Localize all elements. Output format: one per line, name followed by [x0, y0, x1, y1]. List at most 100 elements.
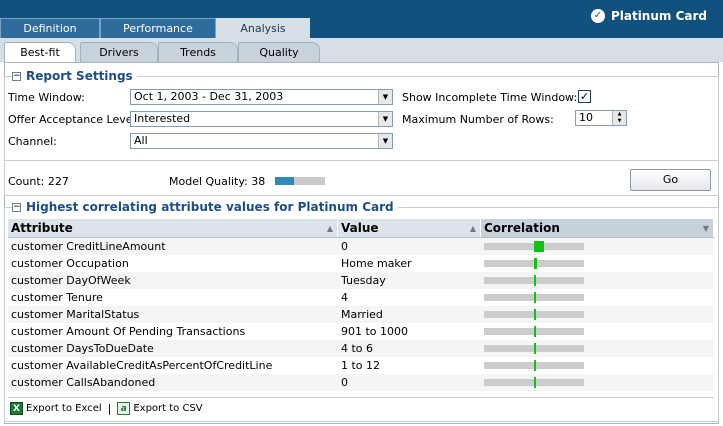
export-excel-label: Export to Excel	[26, 402, 102, 414]
time-window-select[interactable]: Oct 1, 2003 - Dec 31, 2003 ▼	[130, 89, 393, 105]
value-cell: Married	[341, 308, 383, 321]
export-csv-button[interactable]: a Export to CSV	[117, 401, 203, 415]
offer-acceptance-value: Interested	[134, 112, 191, 125]
export-csv-label: Export to CSV	[133, 402, 203, 414]
subtab-trends[interactable]: Trends	[158, 42, 238, 62]
table-row[interactable]: customer CallsAbandoned 0	[8, 374, 714, 391]
chevron-down-icon[interactable]: ▼	[613, 118, 626, 125]
value-cell: 4 to 6	[341, 342, 374, 355]
correlation-bar	[534, 360, 536, 371]
table-row[interactable]: customer Tenure 4	[8, 289, 714, 306]
correlation-bar-track	[484, 275, 584, 286]
subtab-quality-label: Quality	[259, 46, 299, 59]
column-header-correlation[interactable]: Correlation ▼	[481, 219, 714, 237]
sub-tab-bar: Best-fit Drivers Trends Quality	[0, 38, 723, 62]
value-cell: 4	[341, 291, 348, 304]
value-cell: Home maker	[341, 257, 412, 270]
table-row[interactable]: customer Occupation Home maker	[8, 255, 714, 272]
subtab-quality[interactable]: Quality	[238, 42, 320, 62]
results-title: Highest correlating attribute values for…	[26, 200, 394, 214]
correlation-cell	[481, 306, 714, 323]
results-header[interactable]: − Highest correlating attribute values f…	[12, 200, 398, 214]
correlation-bar	[534, 377, 536, 388]
stepper-buttons[interactable]: ▲ ▼	[612, 111, 626, 125]
column-header-label: Correlation	[484, 221, 560, 235]
column-header-label: Attribute	[11, 221, 73, 235]
subtab-drivers-label: Drivers	[99, 46, 139, 59]
correlation-cell	[481, 357, 714, 374]
model-quality-bar	[275, 177, 325, 185]
table-row[interactable]: customer MaritalStatus Married	[8, 306, 714, 323]
tab-definition-label: Definition	[23, 22, 77, 35]
offer-acceptance-select[interactable]: Interested ▼	[130, 111, 393, 127]
correlation-cell	[481, 323, 714, 340]
top-bar: Definition Performance Analysis ✓ Platin…	[0, 0, 723, 38]
settings-divider	[4, 160, 719, 161]
value-cell: 1 to 12	[341, 359, 381, 372]
column-header-value[interactable]: Value ▲	[338, 219, 481, 237]
chevron-down-icon[interactable]: ▼	[378, 134, 392, 148]
chevron-down-icon[interactable]: ▼	[378, 90, 392, 104]
subtab-drivers[interactable]: Drivers	[80, 42, 158, 62]
subtab-best-fit-label: Best-fit	[20, 46, 60, 59]
correlation-bar	[534, 292, 536, 303]
sort-icon[interactable]: ▲	[327, 219, 333, 238]
table-row[interactable]: customer AvailableCreditAsPercentOfCredi…	[8, 357, 714, 374]
table-row[interactable]: customer DayOfWeek Tuesday	[8, 272, 714, 289]
max-rows-label: Maximum Number of Rows:	[402, 113, 554, 126]
collapse-icon[interactable]: −	[12, 202, 21, 212]
attribute-cell: customer Amount Of Pending Transactions	[11, 325, 246, 338]
table-row[interactable]: customer DaysToDueDate 4 to 6	[8, 340, 714, 357]
correlation-bar-track	[484, 360, 584, 371]
collapse-icon[interactable]: −	[12, 71, 21, 81]
export-toolbar: X Export to Excel | a Export to CSV	[8, 397, 714, 418]
brand: ✓ Platinum Card	[590, 9, 707, 23]
table-body: customer CreditLineAmount 0 customer Occup…	[8, 238, 714, 391]
channel-select[interactable]: All ▼	[130, 133, 393, 149]
time-window-value: Oct 1, 2003 - Dec 31, 2003	[134, 90, 284, 103]
model-quality-text: Model Quality: 38	[169, 175, 266, 188]
channel-label: Channel:	[8, 135, 57, 148]
correlation-bar	[534, 326, 536, 337]
correlation-bar-track	[484, 377, 584, 388]
chevron-up-icon[interactable]: ▲	[613, 111, 626, 118]
correlation-bar-track	[484, 241, 584, 252]
correlation-bar-track	[484, 258, 584, 269]
table-header: Attribute ▲ Value ▲ Correlation ▼	[8, 219, 714, 238]
correlation-bar-track	[484, 326, 584, 337]
export-excel-button[interactable]: X Export to Excel	[10, 401, 102, 415]
subtab-trends-label: Trends	[180, 46, 216, 59]
correlation-bar-track	[484, 309, 584, 320]
go-button[interactable]: Go	[630, 169, 711, 191]
attribute-cell: customer Tenure	[11, 291, 103, 304]
correlation-cell	[481, 238, 714, 255]
report-settings-title: Report Settings	[26, 69, 133, 83]
sort-icon[interactable]: ▲	[470, 219, 476, 238]
offer-acceptance-label: Offer Acceptance Level:	[8, 113, 140, 126]
correlation-bar	[534, 275, 536, 286]
sort-desc-icon[interactable]: ▼	[703, 219, 709, 238]
tab-analysis[interactable]: Analysis	[216, 18, 310, 38]
time-window-label: Time Window:	[8, 91, 85, 104]
attribute-cell: customer CallsAbandoned	[11, 376, 156, 389]
correlation-bar-track	[484, 343, 584, 354]
tab-analysis-label: Analysis	[240, 22, 286, 35]
tab-definition[interactable]: Definition	[0, 18, 100, 38]
attribute-cell: customer DaysToDueDate	[11, 342, 154, 355]
show-incomplete-checkbox[interactable]: ✓	[578, 90, 591, 103]
subtab-best-fit[interactable]: Best-fit	[4, 42, 76, 62]
chevron-down-icon[interactable]: ▼	[378, 112, 392, 126]
model-quality-fill	[275, 177, 294, 185]
value-cell: Tuesday	[341, 274, 386, 287]
max-rows-stepper[interactable]: 10 ▲ ▼	[575, 110, 627, 126]
tab-performance[interactable]: Performance	[100, 18, 216, 38]
brand-title: Platinum Card	[610, 9, 707, 23]
count-text: Count: 227	[8, 175, 69, 188]
value-cell: 0	[341, 240, 348, 253]
correlation-bar	[534, 241, 544, 252]
column-header-attribute[interactable]: Attribute ▲	[8, 219, 338, 237]
report-settings-header[interactable]: − Report Settings	[12, 69, 137, 83]
results-table: Attribute ▲ Value ▲ Correlation ▼ custom…	[8, 219, 714, 391]
table-row[interactable]: customer Amount Of Pending Transactions 9…	[8, 323, 714, 340]
table-row[interactable]: customer CreditLineAmount 0	[8, 238, 714, 255]
